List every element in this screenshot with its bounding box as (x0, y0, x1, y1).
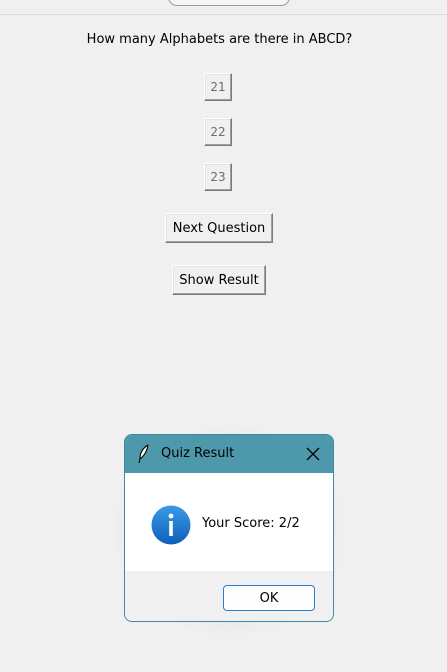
info-icon (151, 505, 191, 545)
next-question-button[interactable]: Next Question (165, 213, 273, 243)
show-result-button[interactable]: Show Result (172, 265, 266, 295)
dialog-body: Your Score: 2/2 (125, 473, 333, 571)
close-icon (306, 447, 320, 461)
option-button-2[interactable]: 22 (204, 118, 232, 146)
ok-button[interactable]: OK (223, 585, 315, 611)
window-top-strip (0, 0, 447, 15)
option-button-3[interactable]: 23 (204, 163, 232, 191)
dialog-footer: OK (125, 571, 333, 621)
dialog-title: Quiz Result (161, 446, 235, 461)
quiz-result-dialog: Quiz Result Your Score: 2/2 OK (124, 434, 334, 622)
feather-icon (138, 444, 149, 464)
score-message: Your Score: 2/2 (202, 516, 300, 531)
close-button[interactable] (301, 442, 325, 466)
dialog-titlebar[interactable]: Quiz Result (125, 435, 333, 473)
top-clipped-button[interactable] (168, 0, 290, 6)
option-button-1[interactable]: 21 (204, 73, 232, 101)
question-label: How many Alphabets are there in ABCD? (86, 32, 353, 47)
